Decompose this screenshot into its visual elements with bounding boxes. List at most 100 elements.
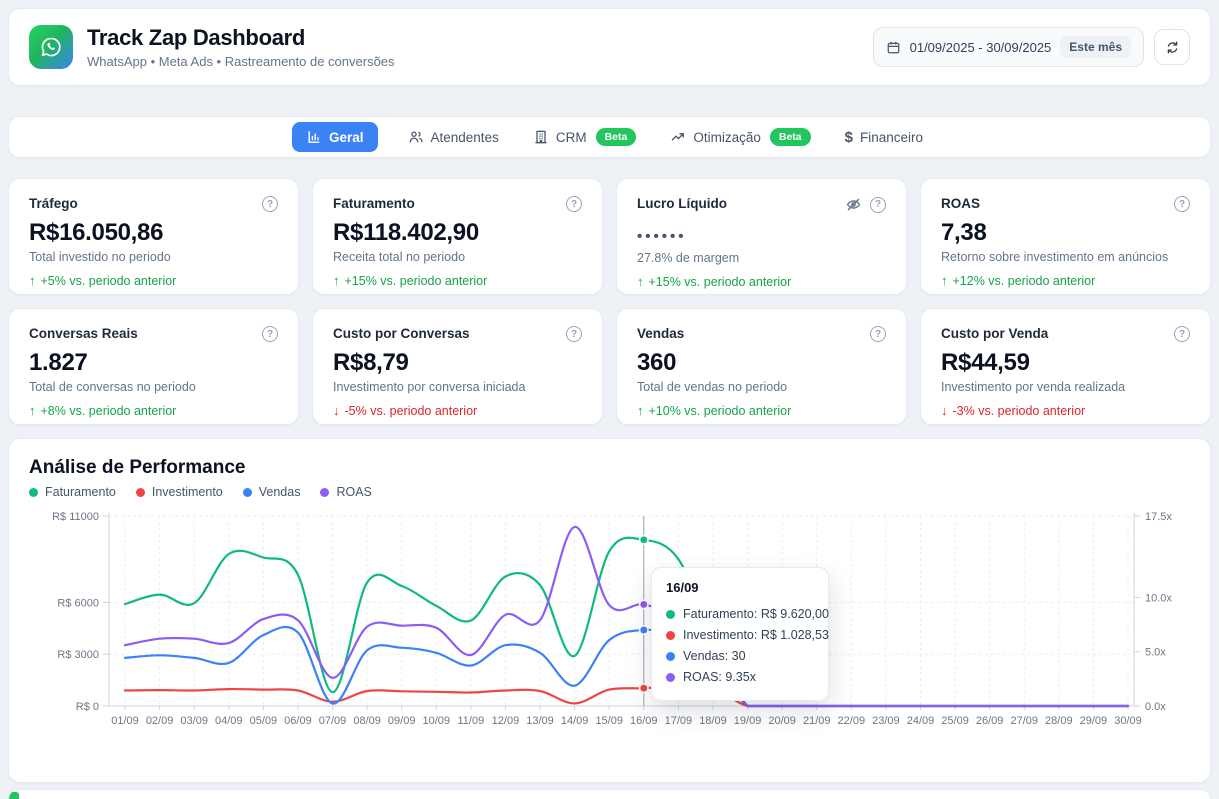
chart-canvas[interactable]: R$ 0R$ 3000R$ 6000R$ 110000.0x5.0x10.0x1…: [29, 507, 1190, 747]
kpi-value-masked: ••••••: [637, 225, 886, 249]
performance-chart-card: Análise de Performance Faturamento Inves…: [8, 438, 1211, 783]
kpi-trend: ↑+15% vs. periodo anterior: [333, 273, 582, 288]
kpi-value: 1.827: [29, 348, 278, 378]
svg-text:R$ 6000: R$ 6000: [57, 597, 99, 609]
kpi-title: Lucro Líquido: [637, 196, 727, 211]
svg-text:25/09: 25/09: [941, 715, 969, 727]
svg-text:R$ 11000: R$ 11000: [52, 511, 99, 523]
help-icon[interactable]: ?: [1174, 196, 1190, 212]
svg-text:22/09: 22/09: [838, 715, 866, 727]
svg-text:R$ 3000: R$ 3000: [57, 649, 99, 661]
series-dot: [666, 673, 675, 682]
svg-text:26/09: 26/09: [976, 715, 1004, 727]
svg-text:27/09: 27/09: [1010, 715, 1038, 727]
svg-text:04/09: 04/09: [215, 715, 243, 727]
help-icon[interactable]: ?: [870, 197, 886, 213]
trend-down-arrow-icon: ↓: [941, 403, 948, 418]
kpi-description: Total de conversas no periodo: [29, 380, 278, 394]
help-icon[interactable]: ?: [566, 196, 582, 212]
bar-chart-icon: [306, 129, 322, 145]
legend-dot: [29, 488, 38, 497]
svg-text:16/09: 16/09: [630, 715, 658, 727]
tooltip-row: ROAS: 9.35x: [666, 667, 814, 688]
refresh-icon: [1165, 40, 1180, 55]
help-icon[interactable]: ?: [870, 326, 886, 342]
tab-bar: Geral Atendentes CRM Beta: [8, 116, 1211, 158]
green-section-icon: [9, 792, 19, 799]
help-icon[interactable]: ?: [262, 326, 278, 342]
legend-item-vendas[interactable]: Vendas: [243, 485, 301, 499]
performance-line-chart[interactable]: R$ 0R$ 3000R$ 6000R$ 110000.0x5.0x10.0x1…: [29, 507, 1192, 747]
svg-text:02/09: 02/09: [146, 715, 174, 727]
svg-text:13/09: 13/09: [526, 715, 554, 727]
whatsapp-icon: [29, 25, 73, 69]
kpi-card-conversas-reais: Conversas Reais ? 1.827 Total de convers…: [8, 308, 299, 425]
legend-item-investimento[interactable]: Investimento: [136, 485, 223, 499]
kpi-trend: ↑+12% vs. periodo anterior: [941, 273, 1190, 288]
svg-text:11/09: 11/09: [458, 715, 485, 727]
beta-badge: Beta: [770, 128, 811, 146]
svg-text:09/09: 09/09: [388, 715, 416, 727]
kpi-title: Tráfego: [29, 196, 78, 211]
kpi-value: R$118.402,90: [333, 218, 582, 248]
refresh-button[interactable]: [1154, 29, 1190, 65]
kpi-trend: ↓-3% vs. periodo anterior: [941, 403, 1190, 418]
kpi-value: 7,38: [941, 218, 1190, 248]
help-icon[interactable]: ?: [1174, 326, 1190, 342]
tab-otimizacao[interactable]: Otimização Beta: [666, 121, 814, 153]
help-icon[interactable]: ?: [566, 326, 582, 342]
svg-text:30/09: 30/09: [1114, 715, 1142, 727]
kpi-card-vendas: Vendas ? 360 Total de vendas no periodo …: [616, 308, 907, 425]
svg-text:17/09: 17/09: [665, 715, 693, 727]
svg-text:17.5x: 17.5x: [1145, 511, 1172, 523]
tab-atendentes[interactable]: Atendentes: [404, 122, 503, 152]
kpi-trend: ↑+10% vs. periodo anterior: [637, 403, 886, 418]
title-block: Track Zap Dashboard WhatsApp • Meta Ads …: [87, 25, 395, 69]
kpi-card-custo-por-conversas: Custo por Conversas ? R$8,79 Investiment…: [312, 308, 603, 425]
eye-off-icon[interactable]: [845, 196, 862, 213]
series-dot: [666, 652, 675, 661]
tooltip-date: 16/09: [666, 580, 814, 595]
series-dot: [666, 631, 675, 640]
legend-dot: [320, 488, 329, 497]
tab-label: CRM: [556, 130, 587, 145]
svg-text:23/09: 23/09: [872, 715, 900, 727]
kpi-title: ROAS: [941, 196, 980, 211]
kpi-trend: ↑+5% vs. periodo anterior: [29, 273, 278, 288]
svg-text:08/09: 08/09: [353, 715, 381, 727]
kpi-title: Conversas Reais: [29, 326, 138, 341]
trend-up-arrow-icon: ↑: [333, 273, 340, 288]
legend-item-faturamento[interactable]: Faturamento: [29, 485, 116, 499]
svg-text:01/09: 01/09: [111, 715, 139, 727]
help-icon[interactable]: ?: [262, 196, 278, 212]
tooltip-row: Vendas: 30: [666, 646, 814, 667]
legend-dot: [136, 488, 145, 497]
kpi-description: Retorno sobre investimento em anúncios: [941, 250, 1190, 264]
header-actions: 01/09/2025 - 30/09/2025 Este mês: [873, 27, 1190, 67]
legend-item-roas[interactable]: ROAS: [320, 485, 371, 499]
trend-up-arrow-icon: ↑: [29, 403, 36, 418]
kpi-value: R$8,79: [333, 348, 582, 378]
users-icon: [408, 129, 424, 145]
kpi-card-custo-por-venda: Custo por Venda ? R$44,59 Investimento p…: [920, 308, 1211, 425]
kpi-value: R$16.050,86: [29, 218, 278, 248]
tab-financeiro[interactable]: $ Financeiro: [841, 122, 927, 153]
kpi-description: 27.8% de margem: [637, 251, 886, 265]
svg-text:03/09: 03/09: [180, 715, 208, 727]
tab-crm[interactable]: CRM Beta: [529, 121, 641, 153]
tab-label: Atendentes: [431, 130, 499, 145]
tab-label: Financeiro: [860, 130, 923, 145]
chart-title: Análise de Performance: [29, 457, 1190, 479]
trend-up-arrow-icon: ↑: [637, 274, 644, 289]
svg-text:15/09: 15/09: [595, 715, 623, 727]
trend-up-arrow-icon: ↑: [941, 273, 948, 288]
date-preset-badge: Este mês: [1060, 36, 1131, 58]
kpi-title: Custo por Conversas: [333, 326, 470, 341]
svg-text:20/09: 20/09: [768, 715, 796, 727]
svg-text:29/09: 29/09: [1080, 715, 1108, 727]
svg-text:07/09: 07/09: [319, 715, 347, 727]
tab-geral[interactable]: Geral: [292, 122, 378, 152]
date-range-button[interactable]: 01/09/2025 - 30/09/2025 Este mês: [873, 27, 1144, 67]
kpi-title: Custo por Venda: [941, 326, 1048, 341]
trend-down-arrow-icon: ↓: [333, 403, 340, 418]
